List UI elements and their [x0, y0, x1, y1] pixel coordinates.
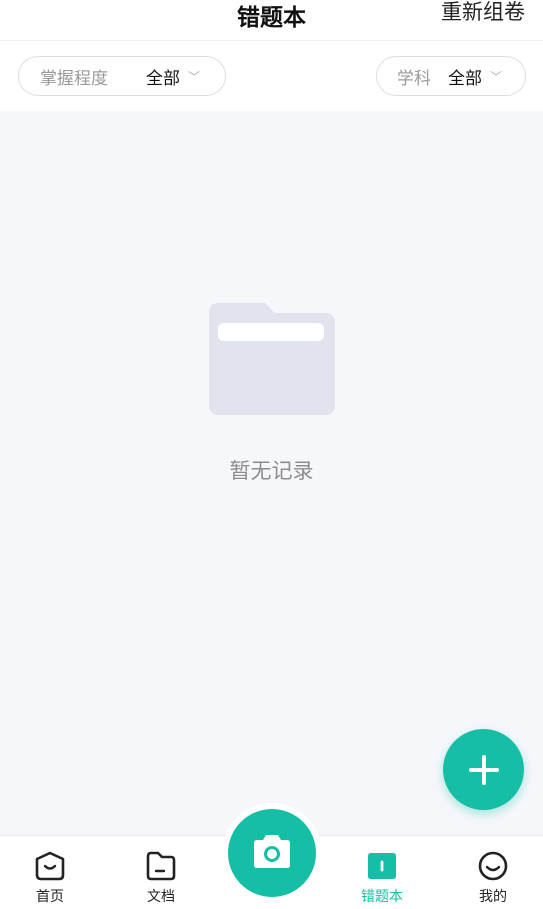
nav-item-profile[interactable]: 我的	[458, 850, 528, 906]
nav-label-mistake-book: 错题本	[361, 889, 403, 905]
profile-face-icon	[478, 851, 508, 881]
add-mistake-button[interactable]	[443, 729, 524, 810]
camera-icon	[254, 835, 290, 868]
mastery-filter-label: 掌握程度	[40, 68, 108, 89]
regenerate-paper-button[interactable]: 重新组卷	[441, 0, 525, 26]
nav-label-profile: 我的	[479, 889, 507, 905]
nav-label-documents: 文档	[147, 889, 175, 905]
subject-filter-label: 学科	[397, 68, 431, 89]
mistake-list-area: 暂无记录	[0, 111, 543, 835]
nav-label-home: 首页	[36, 889, 64, 905]
plus-icon	[468, 754, 499, 785]
folder-icon	[209, 303, 335, 415]
mastery-filter-value: 全部	[146, 68, 180, 89]
home-face-icon	[35, 851, 65, 881]
subject-filter-value: 全部	[448, 68, 482, 89]
chevron-down-icon: ﹀	[490, 69, 503, 84]
subject-filter-dropdown[interactable]: 学科 全部 ﹀	[376, 56, 526, 96]
nav-item-mistake-book[interactable]: 错题本	[347, 850, 417, 906]
mastery-filter-dropdown[interactable]: 掌握程度 全部 ﹀	[18, 56, 226, 96]
nav-item-home[interactable]: 首页	[15, 850, 85, 906]
document-icon	[146, 851, 176, 881]
camera-capture-button[interactable]	[228, 809, 316, 897]
empty-state-text: 暂无记录	[229, 459, 314, 483]
mistake-book-icon	[368, 853, 396, 879]
chevron-down-icon: ﹀	[188, 69, 201, 84]
nav-item-documents[interactable]: 文档	[126, 850, 196, 906]
filter-bar: 掌握程度 全部 ﹀ 学科 全部 ﹀	[0, 41, 543, 111]
top-bar: 错题本 重新组卷	[0, 0, 543, 41]
